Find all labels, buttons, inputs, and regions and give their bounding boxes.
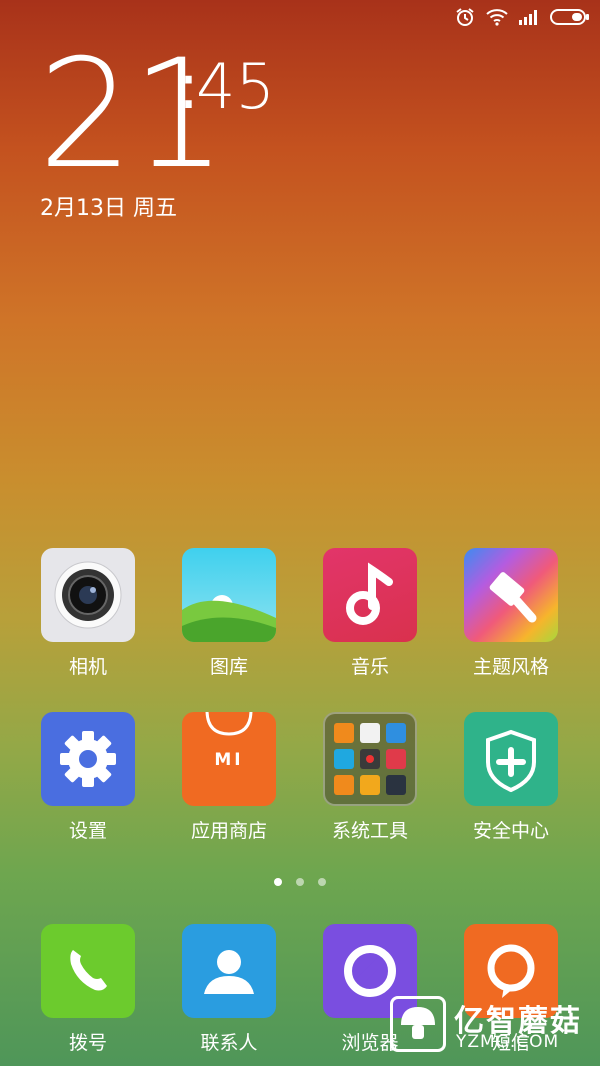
contacts-icon <box>182 924 276 1018</box>
lock-clock[interactable]: 21 : 45 <box>38 40 275 190</box>
gallery-icon <box>182 548 276 642</box>
page-dot-1[interactable] <box>274 878 282 886</box>
signal-icon <box>518 9 540 25</box>
camera-icon <box>41 548 135 642</box>
app-contacts[interactable]: 联系人 <box>169 924 289 1055</box>
page-dot-3[interactable] <box>318 878 326 886</box>
music-icon <box>323 548 417 642</box>
page-dot-2[interactable] <box>296 878 304 886</box>
app-label: 图库 <box>209 656 248 678</box>
app-label: 设置 <box>68 820 107 842</box>
security-icon <box>464 712 558 806</box>
watermark-url: YZMG.COM <box>456 1032 560 1052</box>
mushroom-logo-icon <box>390 996 446 1052</box>
app-label: 应用商店 <box>190 820 267 842</box>
folder-system-tools[interactable]: 系统工具 <box>310 712 430 843</box>
app-phone[interactable]: 拨号 <box>28 924 148 1055</box>
app-label: 音乐 <box>350 656 389 678</box>
mi-badge: MI <box>214 750 244 770</box>
app-store[interactable]: MI 应用商店 <box>169 712 289 843</box>
app-theme[interactable]: 主题风格 <box>451 548 571 679</box>
app-gallery[interactable]: 图库 <box>169 548 289 679</box>
date-label: 2月13日 周五 <box>40 196 177 221</box>
theme-icon <box>464 548 558 642</box>
app-label: 系统工具 <box>331 820 408 842</box>
app-label: 联系人 <box>200 1032 258 1054</box>
battery-icon <box>550 9 590 25</box>
watermark: 亿智蘑菇 YZMG.COM <box>390 996 595 1058</box>
system-tools-folder <box>323 712 417 806</box>
page-indicator[interactable] <box>0 878 600 886</box>
app-music[interactable]: 音乐 <box>310 548 430 679</box>
status-bar <box>454 6 590 28</box>
settings-icon <box>41 712 135 806</box>
app-store-icon: MI <box>182 712 276 806</box>
app-security[interactable]: 安全中心 <box>451 712 571 843</box>
app-settings[interactable]: 设置 <box>28 712 148 843</box>
alarm-icon <box>454 7 476 27</box>
app-label: 相机 <box>68 656 107 678</box>
phone-icon <box>41 924 135 1018</box>
wifi-icon <box>486 8 508 26</box>
app-label: 主题风格 <box>472 656 549 678</box>
app-camera[interactable]: 相机 <box>28 548 148 679</box>
clock-minute: 45 <box>196 50 275 123</box>
app-label: 安全中心 <box>472 820 549 842</box>
app-label: 拨号 <box>68 1032 107 1054</box>
